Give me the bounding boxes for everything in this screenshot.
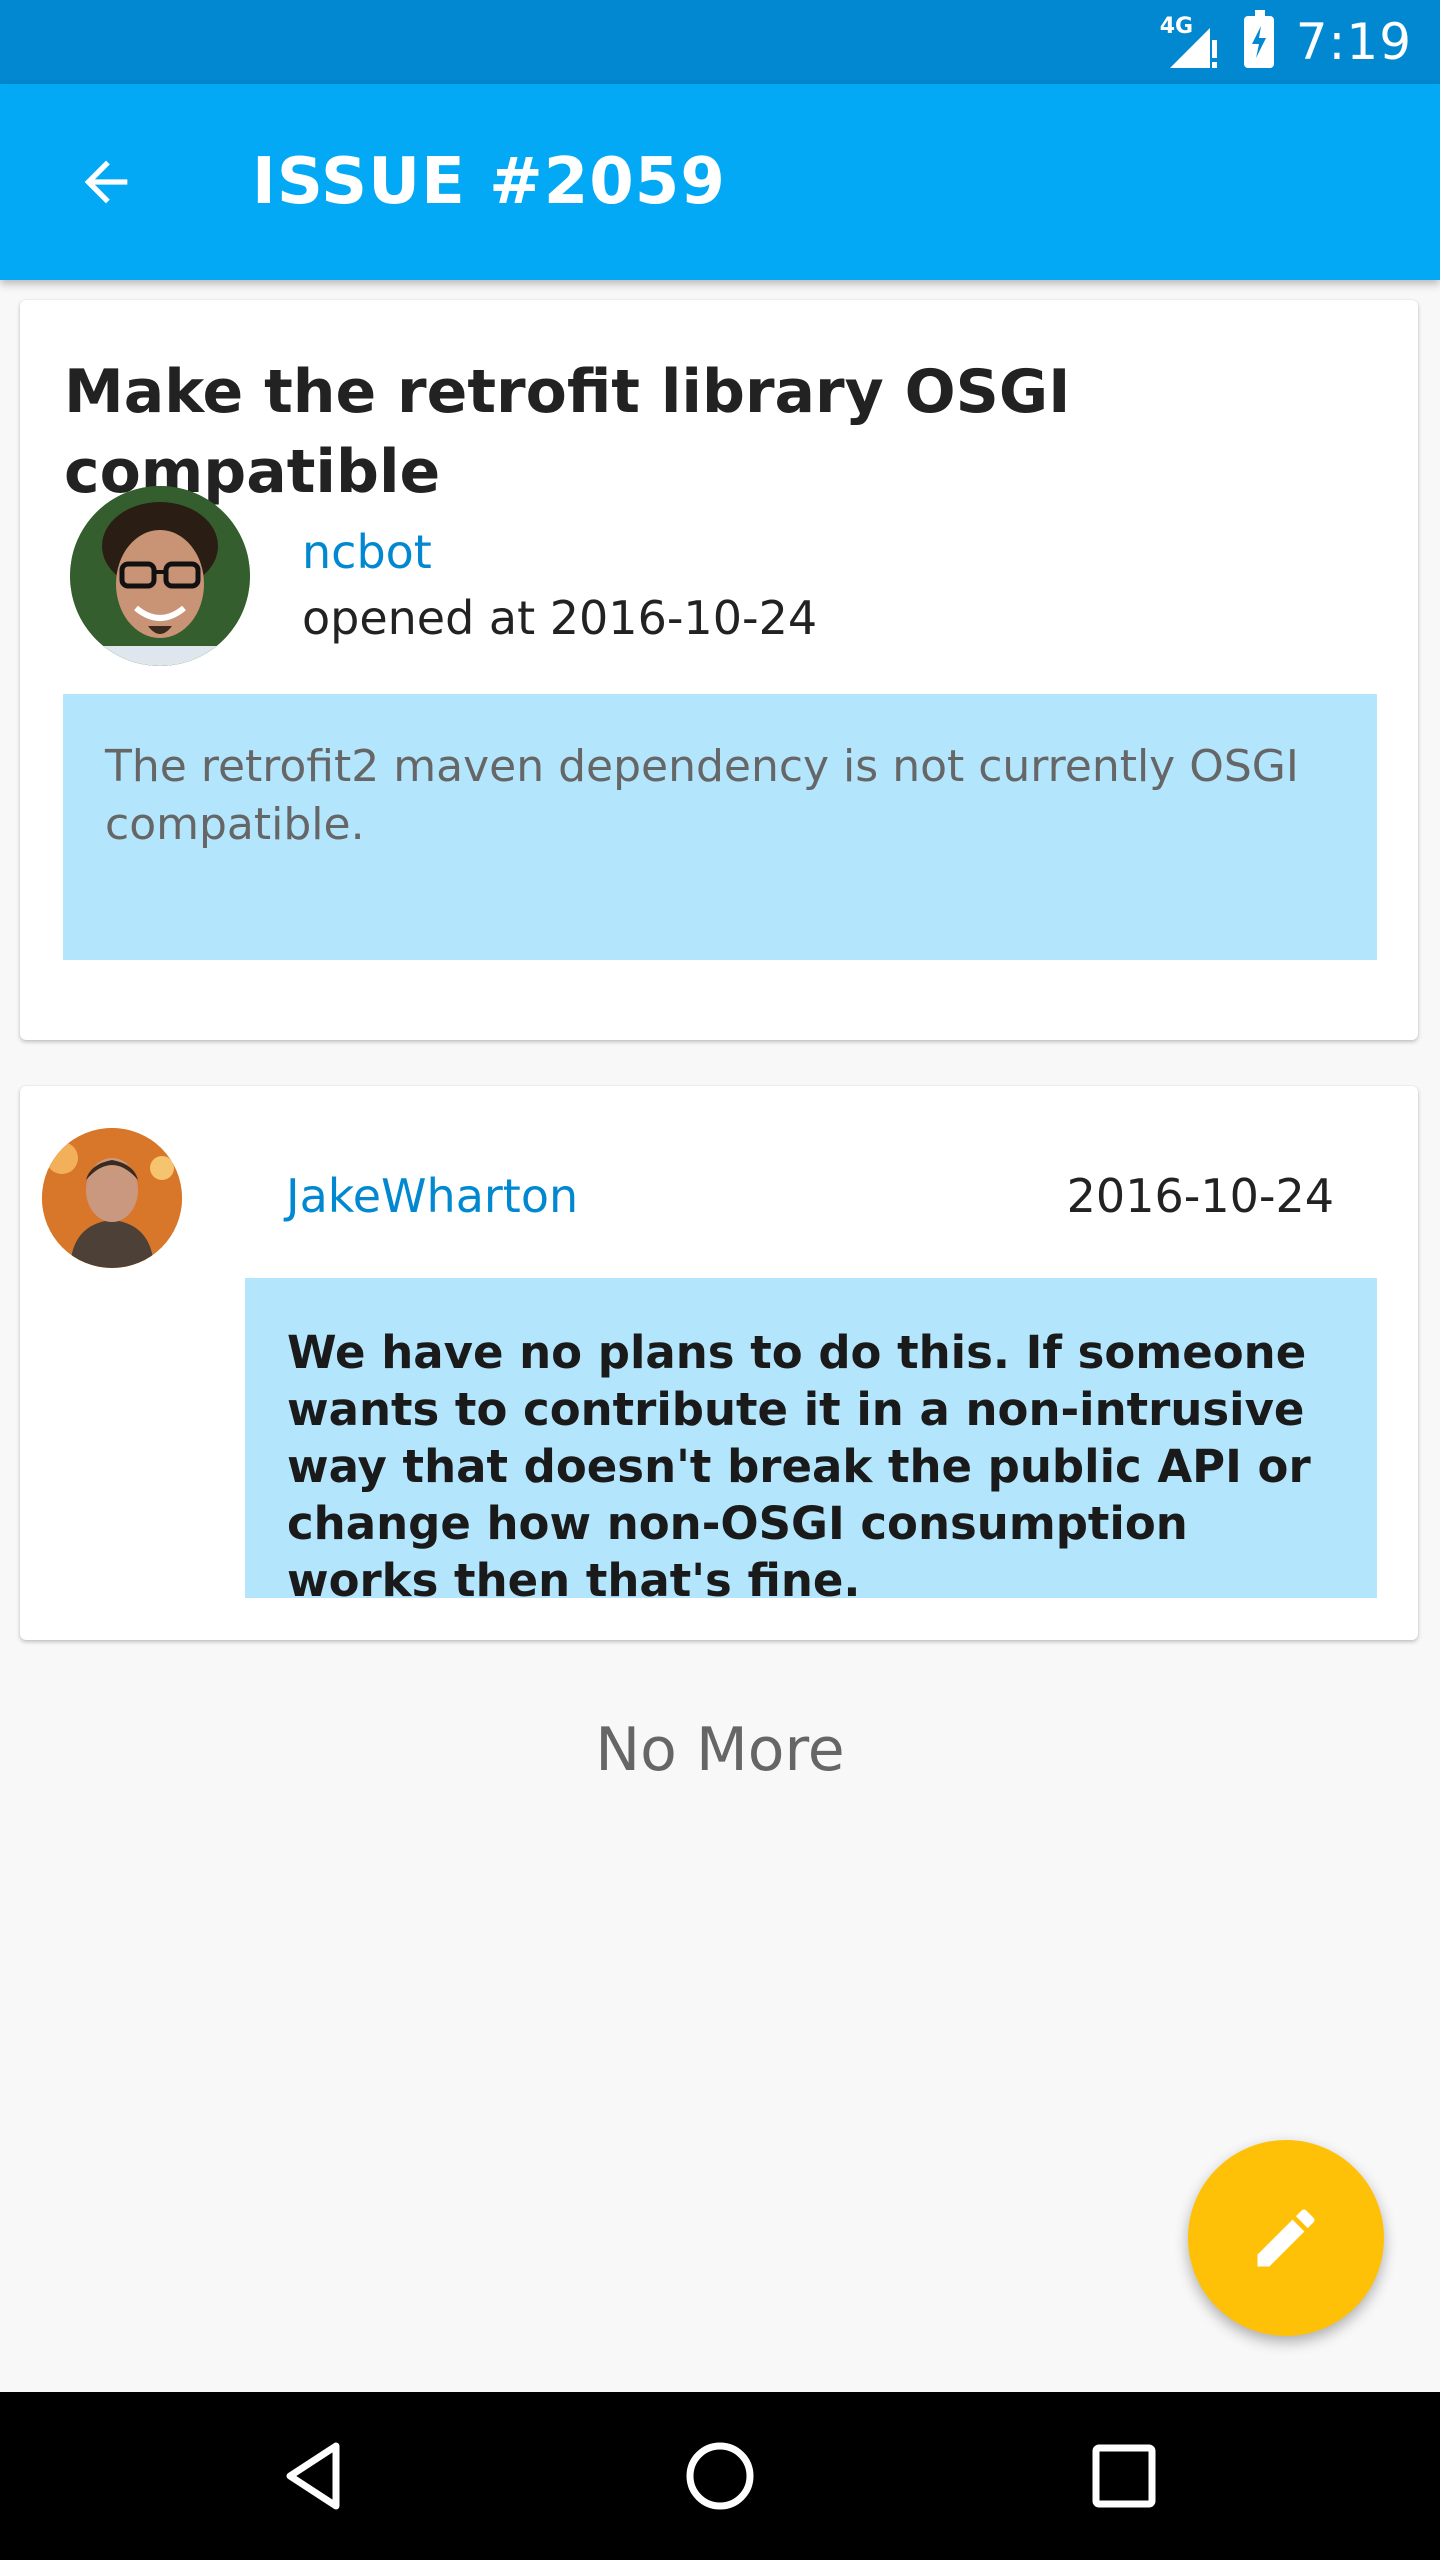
issue-body: The retrofit2 maven dependency is not cu… (63, 694, 1377, 960)
issue-title: Make the retrofit library OSGI compatibl… (64, 357, 1071, 507)
comment-body: We have no plans to do this. If someone … (245, 1278, 1377, 1607)
nav-recent-icon (1092, 2444, 1156, 2508)
issue-card: Make the retrofit library OSGI compatibl… (20, 300, 1418, 1040)
issue-author-link[interactable]: ncbot (302, 522, 432, 582)
avatar[interactable] (42, 1128, 182, 1268)
clock: 7:19 (1295, 13, 1412, 71)
comment-author-link[interactable]: JakeWharton (286, 1166, 578, 1226)
system-nav-bar (0, 2392, 1440, 2560)
app-bar: ISSUE #2059 (0, 84, 1440, 280)
comment-date: 2016-10-24 (1066, 1169, 1334, 1223)
signal-icon: 4G (1160, 14, 1222, 70)
arrow-back-icon (84, 160, 128, 204)
battery-icon (1243, 10, 1274, 68)
status-icons: 4G 7:19 (1160, 0, 1412, 84)
edit-comment-fab[interactable] (1188, 2140, 1384, 2336)
nav-home-icon (686, 2442, 754, 2510)
pencil-icon (1257, 2209, 1315, 2267)
back-button[interactable] (56, 132, 156, 232)
end-of-list-label: No More (595, 1715, 845, 1785)
comment-card: JakeWharton 2016-10-24 We have no plans … (20, 1086, 1418, 1640)
nav-back-icon (286, 2442, 340, 2510)
avatar[interactable] (70, 486, 250, 666)
status-bar: 4G 7:19 (0, 0, 1440, 84)
nav-back-button[interactable] (256, 2416, 376, 2536)
network-type-label: 4G (1159, 14, 1194, 39)
nav-recent-button[interactable] (1064, 2416, 1184, 2536)
nav-home-button[interactable] (660, 2416, 780, 2536)
issue-opened-date: opened at 2016-10-24 (302, 591, 818, 645)
page-title: ISSUE #2059 (252, 145, 726, 219)
